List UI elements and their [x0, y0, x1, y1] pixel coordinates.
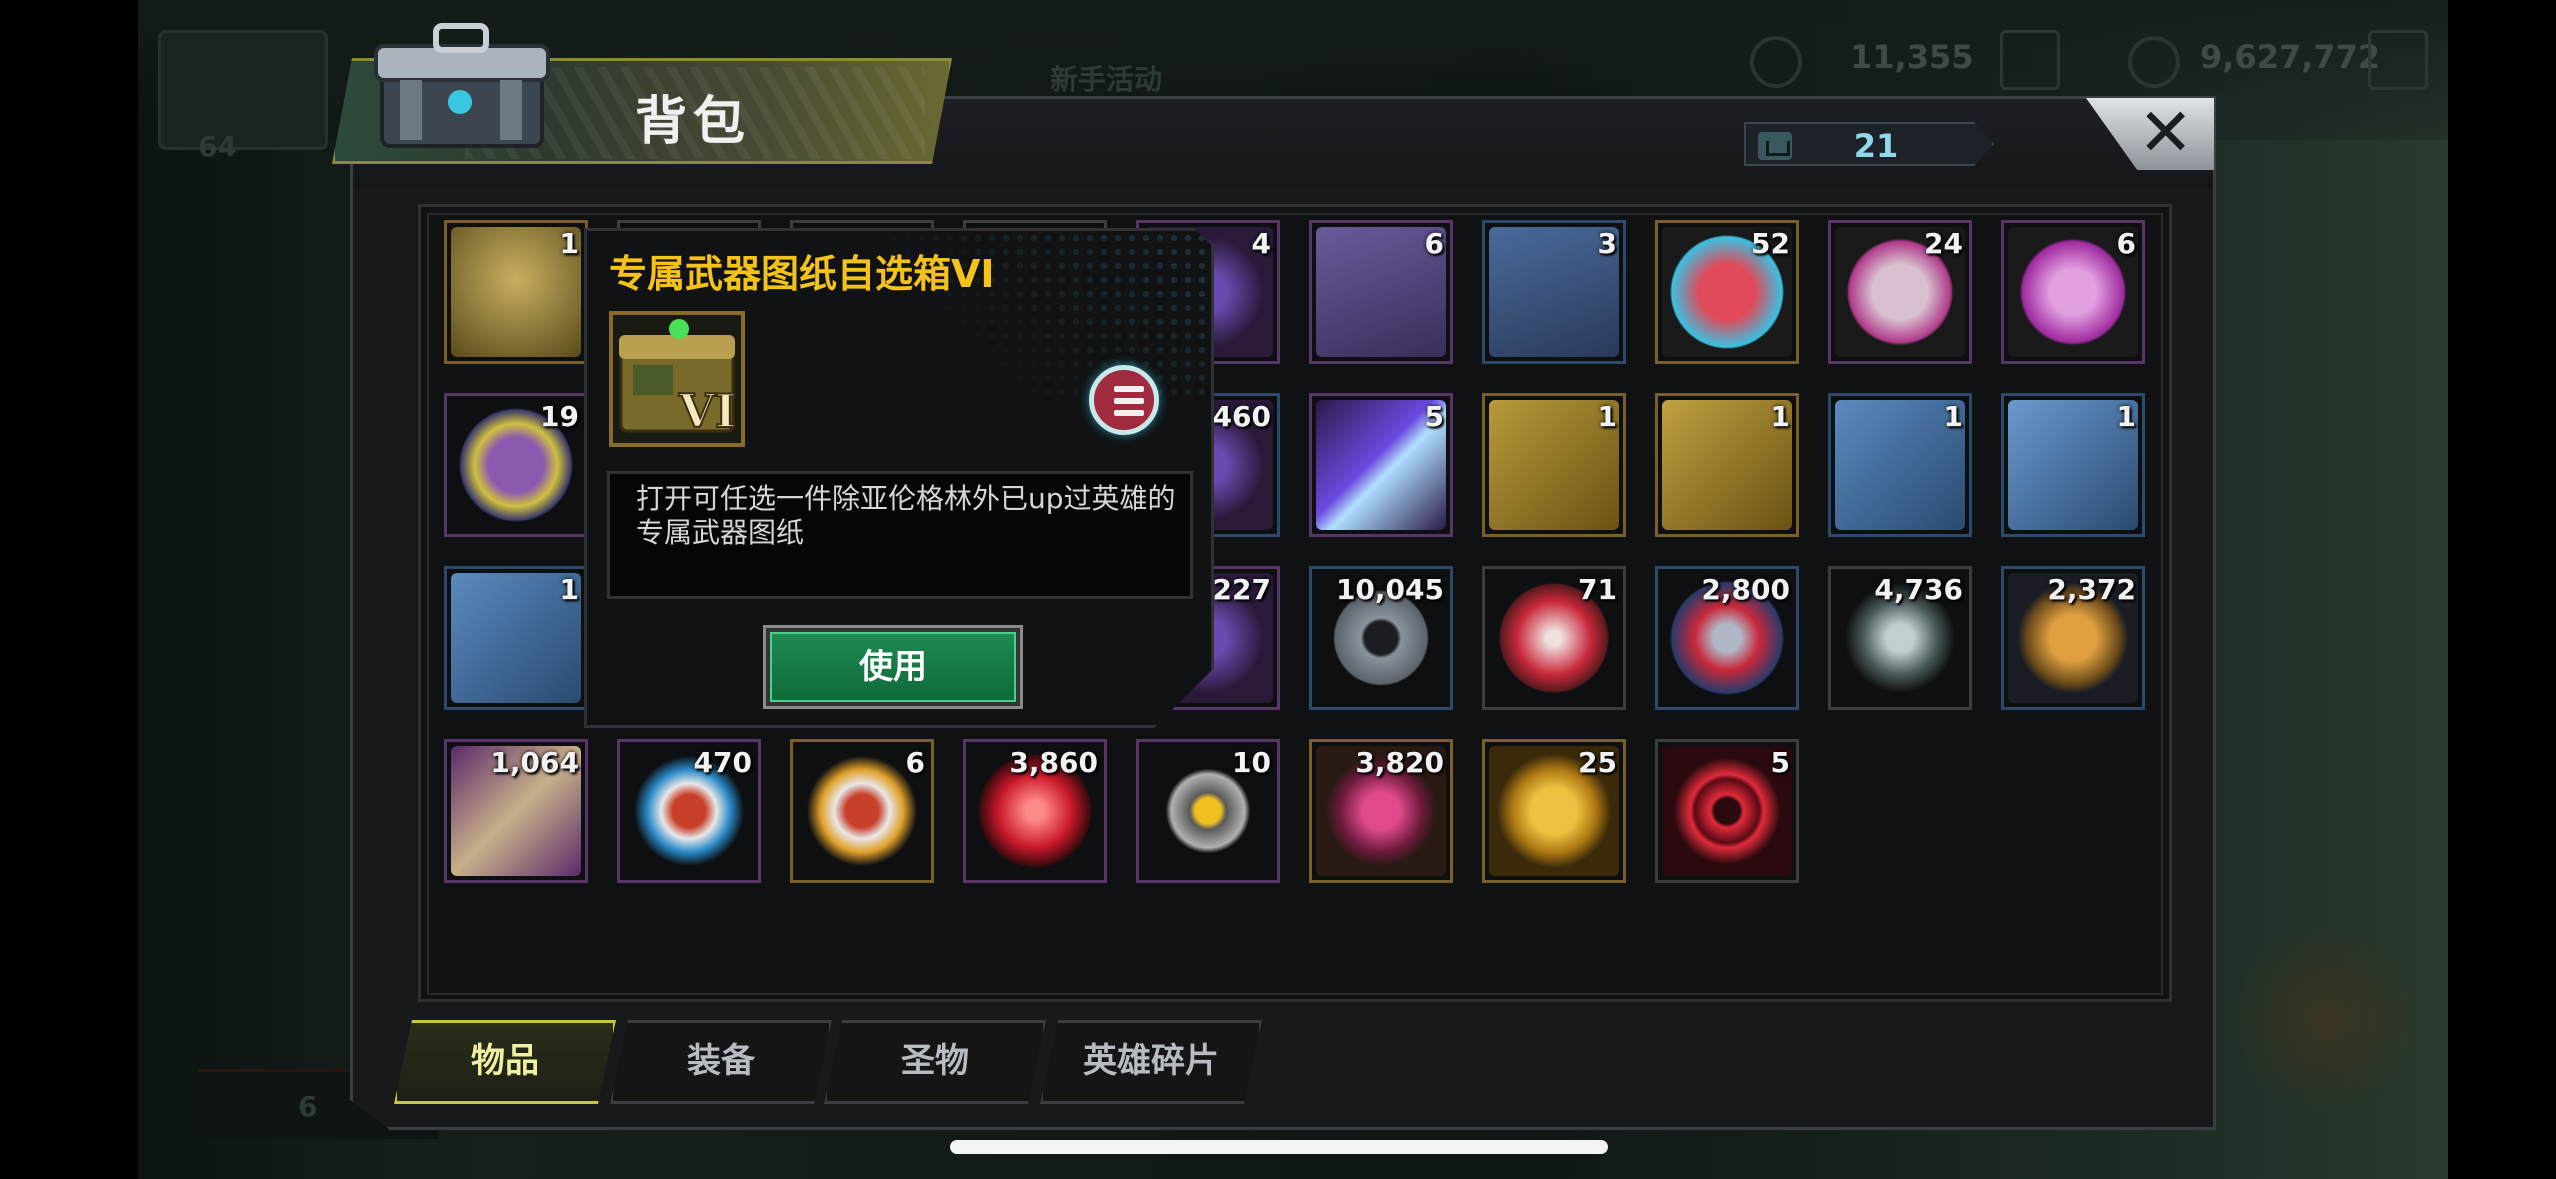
item-quantity: 3,820	[1355, 746, 1444, 779]
item-quantity: 1	[1943, 400, 1963, 433]
item-description: 打开可任选一件除亚伦格林外已up过英雄的专属武器图纸	[636, 482, 1176, 549]
item-quantity: 4,736	[1874, 573, 1963, 606]
window-title: 背包	[635, 92, 752, 152]
inventory-slot[interactable]: 1	[1828, 393, 1972, 537]
capacity-value: 21	[1853, 127, 1899, 165]
home-indicator[interactable]	[950, 1140, 1608, 1154]
item-quantity: 6	[905, 746, 925, 779]
item-quantity: 24	[1924, 227, 1963, 260]
tab-label: 圣物	[901, 1041, 969, 1081]
item-detail-popup: 专属武器图纸自选箱VI VI 打开可任选一件除亚伦格林外已up过英雄的专属武器图…	[584, 228, 1214, 728]
tab-label: 英雄碎片	[1083, 1041, 1219, 1081]
list-icon-line	[1114, 398, 1144, 404]
background-avatar	[158, 30, 328, 150]
inventory-slot[interactable]: 6	[1309, 220, 1453, 364]
inventory-slot[interactable]: 1,064	[444, 739, 588, 883]
item-quantity: 1,064	[490, 746, 579, 779]
item-quantity: 2,800	[1701, 573, 1790, 606]
inventory-slot[interactable]: 10,045	[1309, 566, 1453, 710]
chest-vi-icon: VI	[609, 311, 745, 447]
inventory-slot[interactable]: 1	[444, 220, 588, 364]
inventory-slot[interactable]: 1	[1655, 393, 1799, 537]
inventory-slot[interactable]: 4,736	[1828, 566, 1972, 710]
item-quantity: 460	[1212, 400, 1271, 433]
inventory-slot[interactable]: 19	[444, 393, 588, 537]
tab-relics[interactable]: 圣物	[824, 1020, 1046, 1104]
chest-vi-art: VI	[613, 315, 741, 443]
inventory-slot[interactable]: 24	[1828, 220, 1972, 364]
backpack-chest-icon	[374, 23, 550, 148]
inventory-slot[interactable]: 2,372	[2001, 566, 2145, 710]
item-quantity: 25	[1578, 746, 1617, 779]
item-quantity: 470	[693, 746, 752, 779]
game-screen: 64 新手活动 11,355 9,627,772 6 背包 21 ✕ 1 4 6 3 5…	[0, 0, 2556, 1179]
capacity-counter: 21	[1744, 122, 1994, 166]
item-quantity: 6	[2116, 227, 2136, 260]
close-icon: ✕	[2138, 94, 2194, 171]
background-power-icon	[1750, 36, 1802, 88]
tab-label: 装备	[687, 1041, 755, 1081]
background-right-deco	[2238, 919, 2418, 1119]
tab-label: 物品	[471, 1041, 539, 1081]
item-quantity: 5	[1770, 746, 1790, 779]
inventory-slot[interactable]: 5	[1655, 739, 1799, 883]
background-coin-icon	[2128, 36, 2180, 88]
use-button-label: 使用	[770, 632, 1016, 702]
background-add-icon-2	[2368, 30, 2428, 90]
inventory-slot[interactable]: 1	[1482, 393, 1626, 537]
item-quantity: 3,860	[1009, 746, 1098, 779]
inventory-slot[interactable]: 3,860	[963, 739, 1107, 883]
inventory-slot[interactable]: 3	[1482, 220, 1626, 364]
inventory-slot[interactable]: 5	[1309, 393, 1453, 537]
item-quantity: 227	[1212, 573, 1271, 606]
item-quantity: 1	[1597, 400, 1617, 433]
item-quantity: 71	[1578, 573, 1617, 606]
item-quantity: 10,045	[1335, 573, 1444, 606]
item-quantity: 10	[1232, 746, 1271, 779]
item-quantity: 1	[559, 227, 579, 260]
item-description-box: 打开可任选一件除亚伦格林外已up过英雄的专属武器图纸	[607, 471, 1193, 599]
chest-numeral: VI	[678, 384, 736, 438]
inventory-slot[interactable]: 1	[2001, 393, 2145, 537]
background-resource-2: 9,627,772	[2200, 38, 2381, 76]
use-button[interactable]: 使用	[763, 625, 1023, 709]
background-resource-1: 11,355	[1850, 38, 1974, 76]
item-quantity: 4	[1251, 227, 1271, 260]
background-add-icon	[2000, 30, 2060, 90]
item-quantity: 2,372	[2047, 573, 2136, 606]
list-icon-line	[1114, 410, 1144, 416]
item-quantity: 6	[1424, 227, 1444, 260]
item-quantity: 1	[559, 573, 579, 606]
item-quantity: 1	[2116, 400, 2136, 433]
inventory-slot[interactable]: 2,800	[1655, 566, 1799, 710]
list-button[interactable]	[1089, 365, 1159, 435]
tab-equipment[interactable]: 装备	[610, 1020, 832, 1104]
item-quantity: 1	[1770, 400, 1790, 433]
inventory-slot[interactable]: 6	[2001, 220, 2145, 364]
item-quantity: 3	[1597, 227, 1617, 260]
inventory-slot[interactable]: 71	[1482, 566, 1626, 710]
item-quantity: 52	[1751, 227, 1790, 260]
background-level: 64	[198, 130, 237, 163]
inventory-slot[interactable]: 3,820	[1309, 739, 1453, 883]
background-count: 6	[298, 1090, 318, 1123]
tab-hero-shards[interactable]: 英雄碎片	[1040, 1020, 1262, 1104]
item-quantity: 5	[1424, 400, 1444, 433]
item-quantity: 19	[540, 400, 579, 433]
inventory-slot[interactable]: 52	[1655, 220, 1799, 364]
inventory-slot[interactable]: 470	[617, 739, 761, 883]
list-icon-line	[1114, 386, 1144, 392]
inventory-slot[interactable]: 6	[790, 739, 934, 883]
item-name: 专属武器图纸自选箱VI	[609, 252, 995, 296]
tab-items[interactable]: 物品	[394, 1020, 616, 1104]
inventory-slot[interactable]: 1	[444, 566, 588, 710]
inventory-slot[interactable]: 10	[1136, 739, 1280, 883]
inventory-slot[interactable]: 25	[1482, 739, 1626, 883]
background-event-text: 新手活动	[1050, 63, 1163, 96]
